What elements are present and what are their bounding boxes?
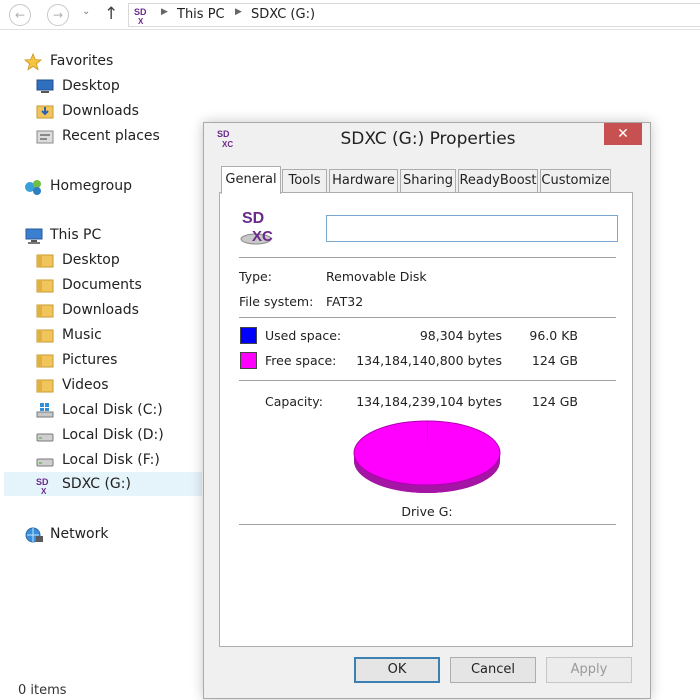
nav-label: Network (50, 526, 109, 542)
folder-icon (36, 302, 54, 322)
nav-label: Local Disk (C:) (62, 402, 163, 418)
sdxc-icon: SD X (133, 6, 151, 30)
apply-button[interactable]: Apply (546, 657, 632, 683)
nav-label: SDXC (G:) (62, 476, 131, 492)
drive-icon (36, 427, 54, 447)
divider (239, 257, 616, 258)
nav-label: Videos (62, 377, 109, 393)
chevron-down-icon[interactable]: ⌄ (82, 6, 90, 17)
svg-text:SD: SD (134, 7, 147, 17)
sdxc-drive-icon: SD XC (240, 207, 284, 251)
capacity-bytes: 134,184,239,104 bytes (356, 394, 502, 409)
nav-label: Favorites (50, 53, 114, 69)
used-space-bytes: 98,304 bytes (419, 328, 502, 343)
close-icon: ✕ (617, 126, 629, 142)
used-space-size: 96.0 KB (529, 328, 578, 343)
nav-label: Desktop (62, 252, 120, 268)
tab-tools[interactable]: Tools (282, 169, 327, 193)
ok-button[interactable]: OK (354, 657, 440, 683)
nav-label: Desktop (62, 78, 120, 94)
star-icon (23, 52, 43, 75)
free-space-bytes: 134,184,140,800 bytes (356, 353, 502, 368)
recent-places-icon (36, 128, 54, 148)
folder-icon (36, 252, 54, 272)
folder-icon (36, 377, 54, 397)
folder-icon (36, 352, 54, 372)
properties-dialog: SD XC SDXC (G:) Properties ✕ General Tool… (203, 122, 651, 699)
windows-drive-icon (36, 402, 54, 422)
general-panel: SD XC Type: Removable Disk File system: … (219, 192, 633, 647)
type-label: Type: (239, 269, 272, 284)
free-space-size: 124 GB (531, 353, 578, 368)
tab-customize[interactable]: Customize (540, 169, 611, 193)
tab-general[interactable]: General (221, 166, 281, 194)
address-bar[interactable]: SD X ▶ This PC ▶ SDXC (G:) (128, 3, 700, 27)
nav-label: Homegroup (50, 178, 133, 194)
svg-text:X: X (41, 487, 47, 496)
downloads-folder-icon (36, 103, 54, 123)
divider (239, 317, 616, 318)
nav-label: Pictures (62, 352, 118, 368)
type-value: Removable Disk (326, 269, 427, 284)
breadcrumb-this-pc[interactable]: This PC (177, 7, 225, 22)
drive-letter-label: Drive G: (401, 504, 453, 519)
nav-label: Documents (62, 277, 142, 293)
volume-label-input[interactable] (326, 215, 618, 242)
used-space-swatch (240, 327, 257, 344)
drive-icon (36, 452, 54, 472)
network-icon (24, 526, 44, 548)
tab-hardware[interactable]: Hardware (329, 169, 398, 193)
nav-label: This PC (50, 227, 102, 243)
homegroup-icon (24, 178, 44, 200)
sdxc-icon: SD X (36, 476, 54, 500)
close-button[interactable]: ✕ (604, 123, 642, 145)
divider (239, 524, 616, 525)
up-arrow-icon[interactable]: ↑ (104, 3, 118, 25)
status-bar-text: 0 items (18, 683, 67, 698)
free-space-swatch (240, 352, 257, 369)
nav-label: Recent places (62, 128, 160, 144)
dialog-title: SDXC (G:) Properties (340, 129, 516, 149)
drive-icon-top-text: SD (242, 210, 264, 227)
this-pc-icon (24, 227, 44, 249)
back-arrow-icon[interactable]: ← (9, 4, 31, 26)
nav-label: Local Disk (F:) (62, 452, 160, 468)
svg-text:X: X (138, 17, 144, 26)
forward-arrow-icon[interactable]: → (47, 4, 69, 26)
capacity-size: 124 GB (531, 394, 578, 409)
divider (239, 380, 616, 381)
nav-label: Local Disk (D:) (62, 427, 164, 443)
nav-label: Downloads (62, 103, 139, 119)
used-space-label: Used space: (265, 328, 342, 343)
breadcrumb-sdxc[interactable]: SDXC (G:) (251, 7, 315, 22)
chevron-right-icon: ▶ (161, 7, 168, 17)
address-toolbar: ← → ⌄ ↑ SD X ▶ This PC ▶ SDXC (G:) (0, 0, 700, 30)
svg-text:SD: SD (36, 477, 49, 487)
cancel-button[interactable]: Cancel (450, 657, 536, 683)
folder-icon (36, 327, 54, 347)
nav-label: Downloads (62, 302, 139, 318)
tab-sharing[interactable]: Sharing (400, 169, 456, 193)
nav-label: Music (62, 327, 102, 343)
desktop-icon (36, 78, 54, 98)
capacity-label: Capacity: (265, 394, 323, 409)
folder-icon (36, 277, 54, 297)
disk-usage-pie (353, 420, 501, 493)
file-system-value: FAT32 (326, 294, 364, 309)
chevron-right-icon: ▶ (235, 7, 242, 17)
drive-icon-bottom-text: XC (252, 228, 273, 245)
tab-readyboost[interactable]: ReadyBoost (458, 169, 538, 193)
file-system-label: File system: (239, 294, 314, 309)
free-space-label: Free space: (265, 353, 337, 368)
